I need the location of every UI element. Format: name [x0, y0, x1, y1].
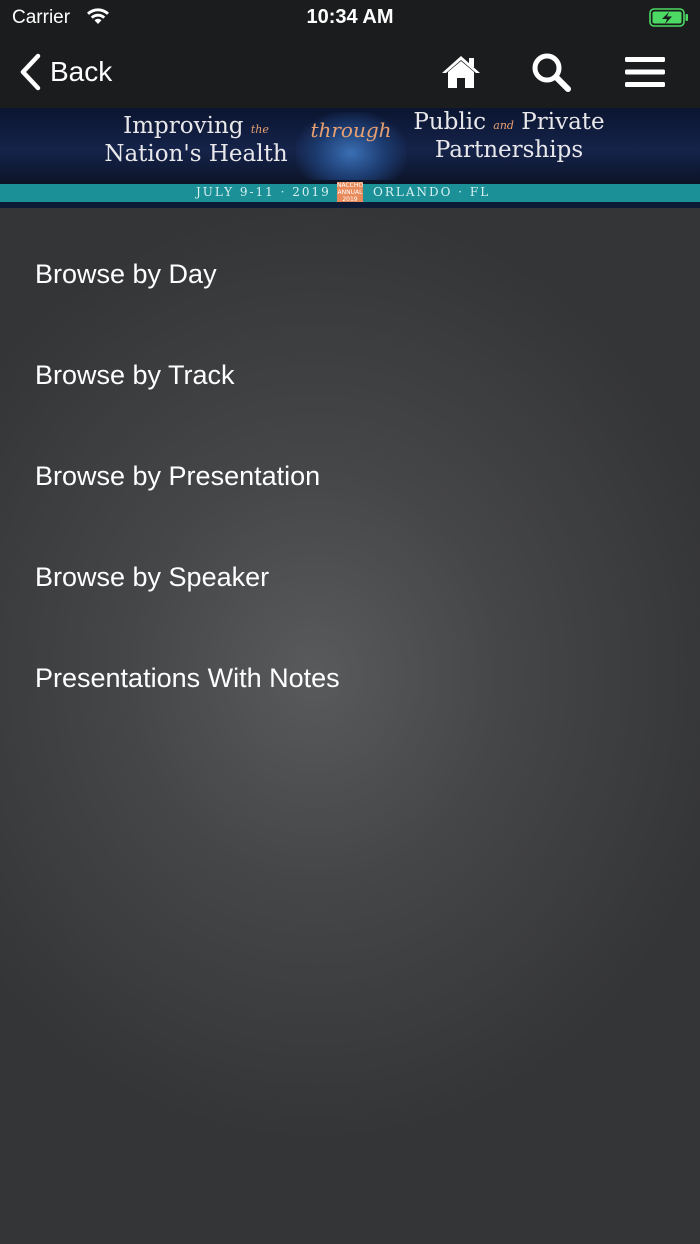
chevron-left-icon [20, 53, 41, 91]
banner-word-and: and [493, 119, 514, 132]
hamburger-menu-icon[interactable] [623, 50, 667, 94]
banner-location: ORLANDO · FL [373, 185, 491, 199]
menu-item-label: Presentations With Notes [35, 663, 340, 693]
menu-item-browse-by-day[interactable]: Browse by Day [0, 224, 700, 325]
main-content: Browse by Day Browse by Track Browse by … [0, 208, 700, 1244]
banner-word-the: the [250, 123, 269, 136]
banner-date-strip: JULY 9-11 · 2019 NACCHO ANNUAL 2019 ORLA… [0, 182, 700, 204]
badge-line-2: ANNUAL [337, 189, 363, 196]
browse-menu: Browse by Day Browse by Track Browse by … [0, 224, 700, 729]
conference-banner: Improving the Nation's Health through Pu… [0, 108, 700, 184]
menu-item-browse-by-speaker[interactable]: Browse by Speaker [0, 527, 700, 628]
banner-word-through: through [310, 118, 392, 142]
banner-word-improving: Improving [123, 113, 244, 139]
banner-word-partnerships: Partnerships [434, 137, 584, 163]
naccho-annual-logo: NACCHO ANNUAL 2019 [337, 182, 363, 204]
banner-map-graphic: through [296, 112, 406, 180]
menu-item-label: Browse by Speaker [35, 562, 270, 592]
menu-item-label: Browse by Track [35, 360, 235, 390]
status-bar: Carrier 10:34 AM [0, 0, 700, 36]
back-button-label: Back [50, 56, 113, 87]
menu-item-label: Browse by Presentation [35, 461, 321, 491]
menu-item-browse-by-presentation[interactable]: Browse by Presentation [0, 426, 700, 527]
back-button[interactable]: Back [18, 50, 112, 94]
badge-line-1: NACCHO [337, 182, 364, 189]
banner-tagline-right: Public and Private Partnerships [404, 110, 614, 162]
banner-word-nations-health: Nation's Health [104, 141, 288, 167]
banner-dates: JULY 9-11 · 2019 [196, 185, 331, 199]
banner-tagline-left: Improving the Nation's Health [96, 114, 296, 166]
banner-word-private: Private [521, 109, 605, 135]
navigation-bar: Back [0, 36, 700, 108]
menu-item-presentations-with-notes[interactable]: Presentations With Notes [0, 628, 700, 729]
menu-item-browse-by-track[interactable]: Browse by Track [0, 325, 700, 426]
clock: 10:34 AM [306, 6, 394, 28]
battery-charging-icon [649, 8, 688, 27]
menu-item-label: Browse by Day [35, 259, 217, 289]
banner-word-public: Public [413, 109, 486, 135]
home-icon[interactable] [439, 50, 483, 94]
search-icon[interactable] [529, 50, 573, 94]
